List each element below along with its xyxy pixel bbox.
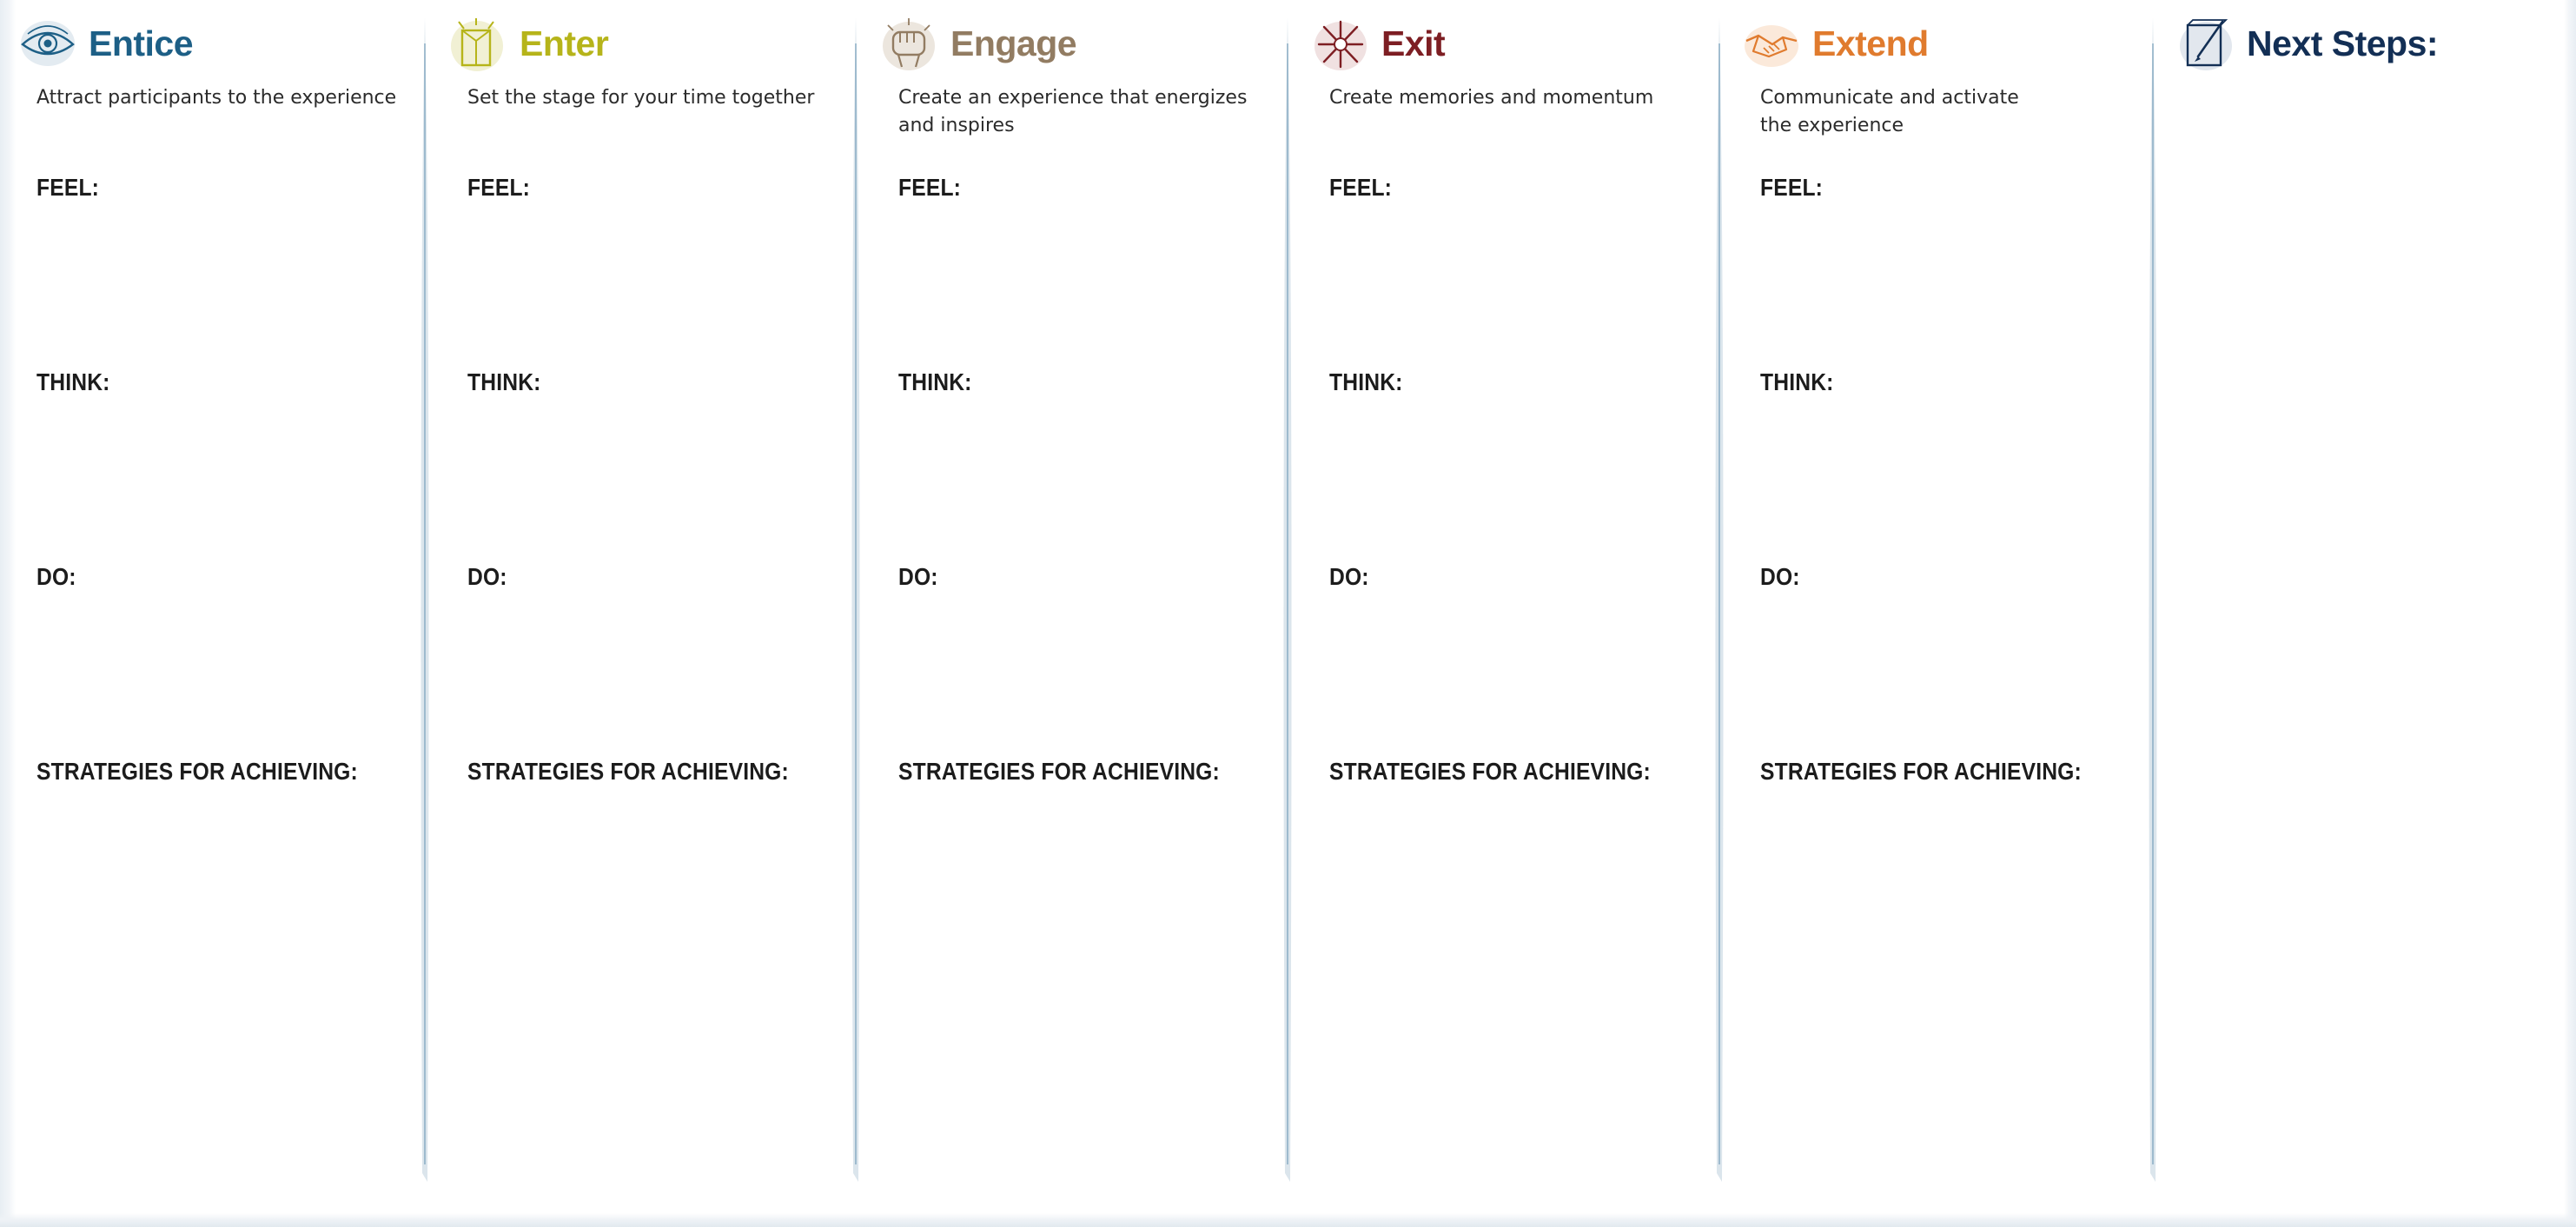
column-enter: Enter Set the stage for your time togeth… — [450, 0, 845, 1217]
open-door-icon — [451, 18, 503, 71]
column-description: Create memories and momentum — [1329, 87, 1654, 109]
column-divider — [1280, 17, 1295, 1182]
raised-fist-icon — [883, 18, 935, 70]
handshake-icon — [1745, 25, 1798, 67]
do-label: DO: — [467, 563, 507, 590]
think-label: THINK: — [36, 368, 110, 395]
column-title: Exit — [1381, 23, 1446, 63]
column-header: Entice — [19, 9, 194, 78]
column-title: Engage — [950, 23, 1077, 63]
feel-label: FEEL: — [36, 174, 100, 201]
strategies-label: STRATEGIES FOR ACHIEVING: — [1329, 758, 1651, 785]
column-divider — [2145, 17, 2161, 1182]
column-header: Enter — [450, 9, 609, 78]
column-title: Extend — [1812, 23, 1929, 63]
do-label: DO: — [36, 563, 76, 590]
think-label: THINK: — [898, 368, 972, 395]
burst-icon — [1314, 20, 1367, 70]
column-divider — [1712, 17, 1727, 1182]
column-header: Next Steps: — [2177, 9, 2439, 78]
column-description: Create an experience that energizes and … — [898, 87, 1248, 136]
do-label: DO: — [1760, 563, 1800, 590]
feel-label: FEEL: — [898, 174, 962, 201]
column-exit: Exit Create memories and momentum FEEL: … — [1312, 0, 1707, 1217]
worksheet-page: Entice Attract participants to the exper… — [0, 0, 2576, 1227]
strategies-label: STRATEGIES FOR ACHIEVING: — [467, 758, 789, 785]
column-header: Exit — [1312, 9, 1446, 78]
think-label: THINK: — [1760, 368, 1834, 395]
feel-label: FEEL: — [1329, 174, 1393, 201]
strategies-label: STRATEGIES FOR ACHIEVING: — [36, 758, 358, 785]
feel-label: FEEL: — [467, 174, 531, 201]
strategies-label: STRATEGIES FOR ACHIEVING: — [1760, 758, 2082, 785]
do-label: DO: — [1329, 563, 1369, 590]
column-divider — [417, 17, 433, 1182]
column-description: Set the stage for your time together — [467, 87, 815, 109]
column-header: Extend — [1743, 9, 1929, 78]
brush-frame-right — [2564, 0, 2576, 1227]
column-entice: Entice Attract participants to the exper… — [19, 0, 414, 1217]
think-label: THINK: — [467, 368, 541, 395]
column-title: Next Steps: — [2247, 23, 2439, 63]
notepad-pen-icon — [2180, 19, 2232, 70]
feel-label: FEEL: — [1760, 174, 1824, 201]
brush-frame-left — [0, 0, 16, 1227]
column-divider — [848, 17, 864, 1182]
column-extend: Extend Communicate and activate the expe… — [1743, 0, 2138, 1217]
column-description: Communicate and activate the experience — [1760, 87, 2019, 136]
column-title: Enter — [520, 23, 609, 63]
eye-icon — [21, 21, 75, 66]
think-label: THINK: — [1329, 368, 1403, 395]
column-description: Attract participants to the experience — [36, 87, 397, 109]
do-label: DO: — [898, 563, 938, 590]
column-title: Entice — [89, 23, 194, 63]
column-header: Engage — [881, 9, 1077, 78]
column-next-steps: Next Steps: — [2177, 0, 2559, 1217]
strategies-label: STRATEGIES FOR ACHIEVING: — [898, 758, 1220, 785]
column-engage: Engage Create an experience that energiz… — [881, 0, 1276, 1217]
